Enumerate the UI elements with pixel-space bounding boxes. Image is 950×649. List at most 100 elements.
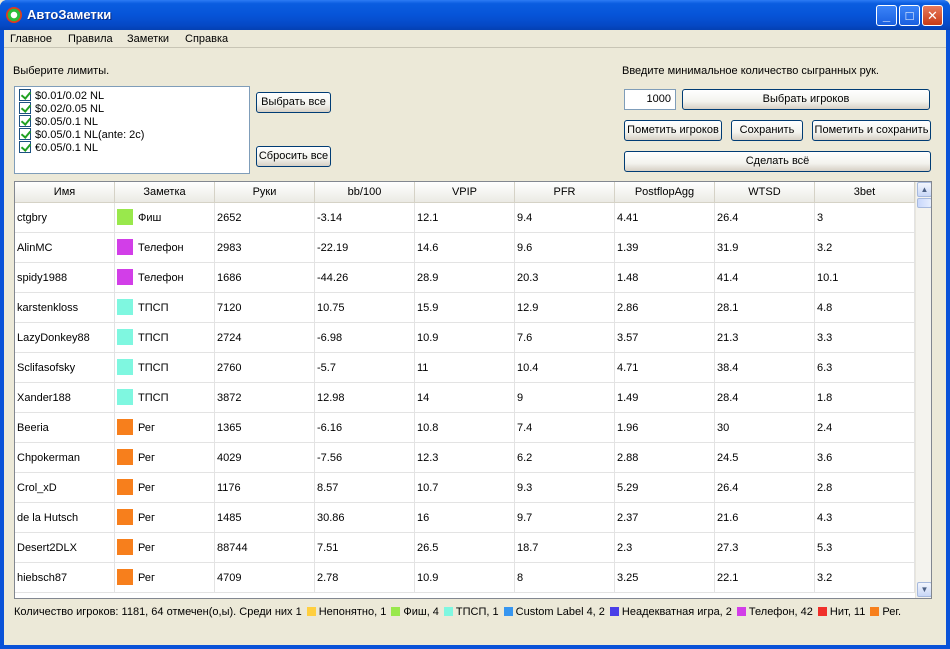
checkbox-checked-icon[interactable] bbox=[19, 128, 31, 140]
cell-threebet: 1.8 bbox=[815, 383, 915, 413]
legend-color-swatch bbox=[736, 607, 746, 616]
cell-note: ТПСП bbox=[115, 293, 215, 323]
scroll-up-icon[interactable]: ▲ bbox=[917, 182, 931, 197]
cell-pfr: 12.9 bbox=[515, 293, 615, 323]
column-header-bb100[interactable]: bb/100 bbox=[315, 182, 415, 203]
menu-notes[interactable]: Заметки bbox=[127, 33, 169, 45]
app-logo-icon bbox=[6, 7, 22, 23]
cell-note: Телефон bbox=[115, 263, 215, 293]
column-header-postflopagg[interactable]: PostflopAgg bbox=[615, 182, 715, 203]
cell-name: AlinMC bbox=[15, 233, 115, 263]
cell-vpip: 16 bbox=[415, 503, 515, 533]
column-header-name[interactable]: Имя bbox=[15, 182, 115, 203]
min-hands-input[interactable]: 1000 bbox=[624, 89, 676, 110]
cell-note: ТПСП bbox=[115, 323, 215, 353]
legend-color-swatch bbox=[817, 607, 827, 616]
cell-hands: 2652 bbox=[215, 203, 315, 233]
limit-item[interactable]: $0.05/0.1 NL bbox=[19, 115, 98, 128]
column-header-note[interactable]: Заметка bbox=[115, 182, 215, 203]
maximize-button[interactable]: □ bbox=[899, 5, 920, 26]
limit-item[interactable]: €0.05/0.1 NL bbox=[19, 141, 98, 154]
checkbox-checked-icon[interactable] bbox=[19, 89, 31, 101]
table-row[interactable]: LazyDonkey88 ТПСП 2724 -6.98 10.9 7.6 3.57 21.3… bbox=[15, 323, 915, 353]
cell-vpip: 10.7 bbox=[415, 473, 515, 503]
minimize-button[interactable]: _ bbox=[876, 5, 897, 26]
table-row[interactable]: de la Hutsch Рег 1485 30.86 16 9.7 2.37 21.6 4.3 bbox=[15, 503, 915, 533]
column-header-vpip[interactable]: VPIP bbox=[415, 182, 515, 203]
cell-agg: 1.48 bbox=[615, 263, 715, 293]
cell-wtsd: 27.3 bbox=[715, 533, 815, 563]
table-row[interactable]: Beeria Рег 1365 -6.16 10.8 7.4 1.96 30 2.4 bbox=[15, 413, 915, 443]
legend-label: Непонятно, 1 bbox=[318, 606, 387, 618]
menu-bar: Главное Правила Заметки Справка bbox=[4, 30, 946, 48]
legend-label: Нит, 11 bbox=[829, 606, 866, 618]
note-label: ТПСП bbox=[138, 392, 169, 404]
legend-color-swatch bbox=[609, 607, 619, 616]
cell-note: Рег bbox=[115, 533, 215, 563]
note-color-swatch bbox=[117, 389, 133, 405]
note-label: Телефон bbox=[138, 242, 184, 254]
cell-bb100: -6.16 bbox=[315, 413, 415, 443]
limit-label: $0.01/0.02 NL bbox=[35, 90, 105, 102]
cell-name: Crol_xD bbox=[15, 473, 115, 503]
do-all-button[interactable]: Сделать всё bbox=[624, 151, 931, 172]
cell-bb100: -44.26 bbox=[315, 263, 415, 293]
legend-label: Телефон, 42 bbox=[748, 606, 813, 618]
table-row[interactable]: karstenkloss ТПСП 7120 10.75 15.9 12.9 2.86 28.… bbox=[15, 293, 915, 323]
cell-vpip: 10.9 bbox=[415, 563, 515, 593]
table-row[interactable]: Chpokerman Рег 4029 -7.56 12.3 6.2 2.88 24.5 3.6 bbox=[15, 443, 915, 473]
table-row[interactable]: Crol_xD Рег 1176 8.57 10.7 9.3 5.29 26.4 2.8 bbox=[15, 473, 915, 503]
limit-item[interactable]: $0.01/0.02 NL bbox=[19, 89, 104, 102]
column-header-3bet[interactable]: 3bet bbox=[815, 182, 915, 203]
limit-item[interactable]: $0.02/0.05 NL bbox=[19, 102, 104, 115]
scroll-thumb[interactable] bbox=[917, 198, 931, 208]
menu-help[interactable]: Справка bbox=[185, 33, 228, 45]
cell-name: LazyDonkey88 bbox=[15, 323, 115, 353]
table-row[interactable]: Sclifasofsky ТПСП 2760 -5.7 11 10.4 4.71 38.4 6.… bbox=[15, 353, 915, 383]
cell-name: hiebsch87 bbox=[15, 563, 115, 593]
note-label: Рег bbox=[138, 542, 155, 554]
vertical-scrollbar[interactable]: ▲ ▼ bbox=[915, 182, 931, 598]
legend-label: Неадекватная игра, 2 bbox=[621, 606, 732, 618]
limits-list[interactable]: $0.01/0.02 NL $0.02/0.05 NL $0.05/0.1 NL… bbox=[14, 86, 250, 174]
save-button[interactable]: Сохранить bbox=[731, 120, 803, 141]
client-area: Главное Правила Заметки Справка Выберите… bbox=[4, 30, 946, 645]
cell-name: de la Hutsch bbox=[15, 503, 115, 533]
checkbox-checked-icon[interactable] bbox=[19, 141, 31, 153]
cell-pfr: 9.4 bbox=[515, 203, 615, 233]
table-row[interactable]: spidy1988 Телефон 1686 -44.26 28.9 20.3 1.48 41… bbox=[15, 263, 915, 293]
table-row[interactable]: ctgbry Фиш 2652 -3.14 12.1 9.4 4.41 26.4 3 bbox=[15, 203, 915, 233]
cell-pfr: 6.2 bbox=[515, 443, 615, 473]
table-row[interactable]: Desert2DLX Рег 88744 7.51 26.5 18.7 2.3 27.3 5.3 bbox=[15, 533, 915, 563]
select-players-button[interactable]: Выбрать игроков bbox=[682, 89, 930, 110]
scroll-down-icon[interactable]: ▼ bbox=[917, 582, 931, 597]
note-label: Рег bbox=[138, 452, 155, 464]
checkbox-checked-icon[interactable] bbox=[19, 102, 31, 114]
players-table[interactable]: Имя Заметка Руки bb/100 VPIP PFR Postflo… bbox=[14, 181, 932, 599]
reset-all-button[interactable]: Сбросить все bbox=[256, 146, 331, 167]
title-bar[interactable]: АвтоЗаметки _ □ ✕ bbox=[0, 0, 950, 30]
table-row[interactable]: hiebsch87 Рег 4709 2.78 10.9 8 3.25 22.1 3.2 bbox=[15, 563, 915, 593]
cell-pfr: 8 bbox=[515, 563, 615, 593]
select-all-button[interactable]: Выбрать все bbox=[256, 92, 331, 113]
menu-rules[interactable]: Правила bbox=[68, 33, 113, 45]
note-label: ТПСП bbox=[138, 362, 169, 374]
limit-item[interactable]: $0.05/0.1 NL(ante: 2c) bbox=[19, 128, 144, 141]
note-color-swatch bbox=[117, 509, 133, 525]
menu-main[interactable]: Главное bbox=[10, 33, 52, 45]
table-row[interactable]: AlinMC Телефон 2983 -22.19 14.6 9.6 1.39 31.9 3.… bbox=[15, 233, 915, 263]
note-color-swatch bbox=[117, 329, 133, 345]
table-row[interactable]: Xander188 ТПСП 3872 12.98 14 9 1.49 28.4 1.8 bbox=[15, 383, 915, 413]
column-header-hands[interactable]: Руки bbox=[215, 182, 315, 203]
cell-vpip: 11 bbox=[415, 353, 515, 383]
cell-agg: 1.96 bbox=[615, 413, 715, 443]
checkbox-checked-icon[interactable] bbox=[19, 115, 31, 127]
mark-and-save-button[interactable]: Пометить и сохранить bbox=[812, 120, 931, 141]
column-header-pfr[interactable]: PFR bbox=[515, 182, 615, 203]
cell-wtsd: 24.5 bbox=[715, 443, 815, 473]
cell-hands: 2983 bbox=[215, 233, 315, 263]
column-header-wtsd[interactable]: WTSD bbox=[715, 182, 815, 203]
mark-players-button[interactable]: Пометить игроков bbox=[624, 120, 722, 141]
cell-name: Xander188 bbox=[15, 383, 115, 413]
close-button[interactable]: ✕ bbox=[922, 5, 943, 26]
